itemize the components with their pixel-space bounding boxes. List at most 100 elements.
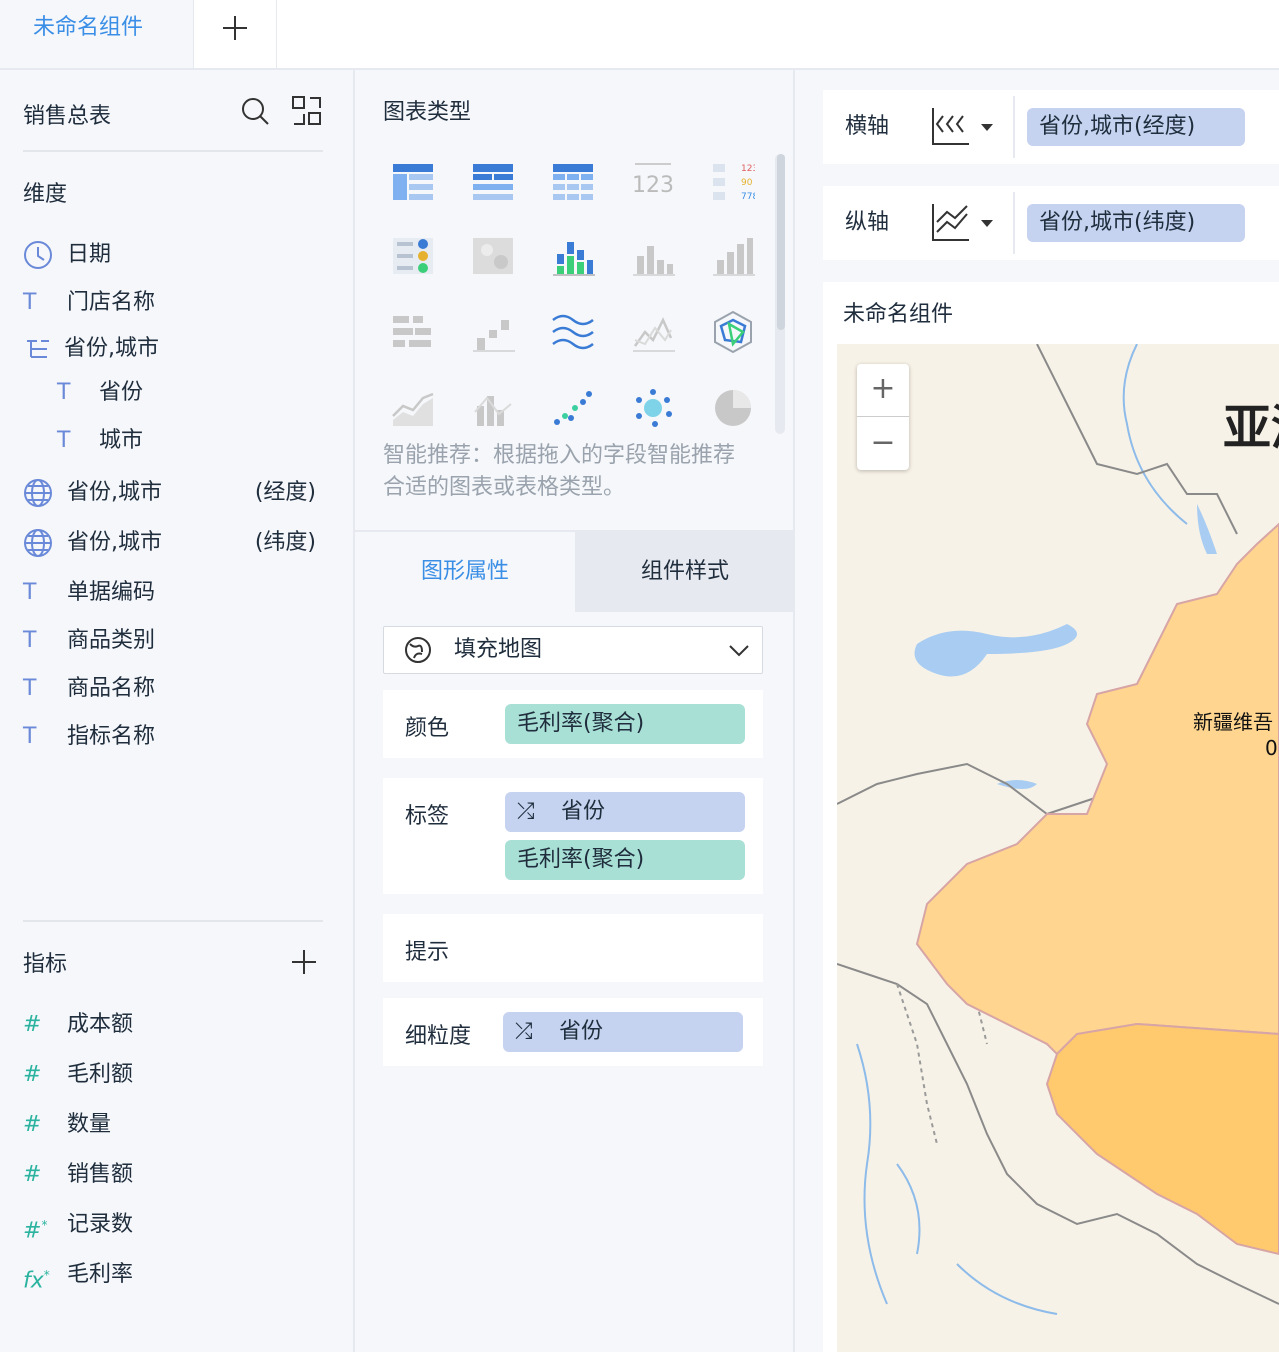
text-type-icon: T [23,290,37,315]
indicator-card-icon[interactable] [391,234,435,278]
measure-cost[interactable]: # 成本额 [23,1007,323,1043]
dimension-doc-code[interactable]: T 单据编码 [23,575,323,611]
x-axis-field-pill[interactable]: 省份,城市(经度) [1027,108,1245,146]
add-tab-button[interactable] [194,0,277,68]
select-value: 填充地图 [454,637,543,662]
dimension-store-name[interactable]: T 门店名称 [23,285,323,321]
field-suffix: (纬度) [254,530,316,555]
dimension-province[interactable]: T 省份 [57,375,323,411]
granularity-property: 细粒度 ⤮ 省份 [383,998,763,1066]
top-tab-bar: 未命名组件 [0,0,1279,70]
svg-text:778: 778 [741,192,755,202]
heat-map-icon[interactable] [471,234,515,278]
field-label: 数量 [67,1112,112,1137]
kpi-list-icon[interactable]: 123 90 778 [711,160,755,204]
caret-down-icon[interactable] [981,124,993,131]
line-chart-icon[interactable] [631,310,675,354]
component-panel: 未命名组件 亚洲 新疆维吾 0 [823,282,1279,1352]
label-field-pill[interactable]: 毛利率(聚合) [505,840,745,880]
dimension-date[interactable]: 日期 [23,237,323,273]
property-label: 提示 [405,940,450,965]
text-type-icon: T [57,428,71,453]
measure-quantity[interactable]: # 数量 [23,1107,323,1143]
field-label: 毛利额 [67,1062,134,1087]
field-label: 日期 [67,242,112,267]
color-field-pill[interactable]: 毛利率(聚合) [505,704,745,744]
property-label: 颜色 [405,716,450,741]
measure-gross-margin[interactable]: fx* 毛利率 [23,1257,323,1293]
y-axis-field-pill[interactable]: 省份,城市(纬度) [1027,204,1245,242]
label-property: 标签 ⤮ 省份 毛利率(聚合) [383,778,763,894]
dimension-latitude[interactable]: 省份,城市 (纬度) [23,525,323,561]
tab-active-component[interactable]: 未命名组件 [0,0,194,68]
area-line-icon[interactable] [551,310,595,354]
radar-chart-icon[interactable] [711,310,755,354]
table-chart-icon[interactable] [391,160,435,204]
dimension-category[interactable]: T 商品类别 [23,623,323,659]
dimension-city[interactable]: T 城市 [57,423,323,459]
granularity-field-pill[interactable]: ⤮ 省份 [503,1012,743,1052]
scrollbar-thumb[interactable] [777,154,785,330]
bar-chart-icon[interactable] [631,234,675,278]
bubble-chart-icon[interactable] [631,386,675,430]
waterfall-icon[interactable] [471,310,515,354]
divider [23,150,323,152]
svg-text:123: 123 [632,173,674,198]
formula-type-icon: fx* [23,1268,50,1294]
plus-icon [223,16,247,40]
cross-table-icon[interactable] [551,160,595,204]
field-label: 单据编码 [67,580,156,605]
chart-subtype-select[interactable]: 填充地图 [383,626,763,674]
switch-dataset-icon[interactable] [290,94,324,128]
component-title[interactable]: 未命名组件 [843,296,953,328]
field-label: 省份,城市 [64,336,159,361]
search-icon[interactable] [240,96,270,126]
axis-label: 纵轴 [845,210,890,235]
stacked-bar-icon[interactable] [711,234,755,278]
number-type-icon: # [23,1062,42,1087]
tooltip-property[interactable]: 提示 [383,914,763,982]
region-label: 新疆维吾 [1193,710,1273,734]
label-field-pill[interactable]: ⤮ 省份 [505,792,745,832]
number-type-icon: # [23,1112,42,1137]
field-label: 销售额 [67,1162,134,1187]
hierarchy-icon [27,340,49,358]
continuous-axis-icon[interactable] [931,106,971,146]
zoom-out-button[interactable]: − [857,418,909,470]
dimension-province-city-hierarchy[interactable]: 省份,城市 [23,331,323,367]
area-chart-icon[interactable] [391,386,435,430]
y-axis-row: 纵轴 省份,城市(纬度) [823,186,1279,260]
pie-chart-icon[interactable] [711,386,755,430]
dimension-product-name[interactable]: T 商品名称 [23,671,323,707]
caret-down-icon[interactable] [981,220,993,227]
fill-map[interactable]: 亚洲 新疆维吾 0 + − [837,344,1279,1352]
text-type-icon: T [23,724,37,749]
dimension-longitude[interactable]: 省份,城市 (经度) [23,475,323,511]
field-label: 省份,城市 [67,480,162,505]
kpi-number-icon[interactable]: 123 [631,160,675,204]
continuous-axis-icon[interactable] [931,202,971,242]
grouped-bar-icon[interactable] [551,234,595,278]
add-measure-button[interactable] [292,950,316,974]
measures-title: 指标 [23,952,68,977]
grouped-table-icon[interactable] [471,160,515,204]
dimension-metric-name[interactable]: T 指标名称 [23,719,323,755]
scatter-chart-icon[interactable] [551,386,595,430]
field-label: 指标名称 [67,724,156,749]
field-label: 省份 [99,380,144,405]
pill-text: 省份 [561,799,606,824]
combo-chart-icon[interactable] [471,386,515,430]
tab-graphic-properties[interactable]: 图形属性 [355,532,575,612]
property-label: 细粒度 [405,1024,472,1049]
measure-gross-profit[interactable]: # 毛利额 [23,1057,323,1093]
zoom-in-button[interactable]: + [857,364,909,416]
clock-icon [24,241,52,269]
zoom-control: + − [857,364,909,470]
horizontal-bar-icon[interactable] [391,310,435,354]
field-label: 成本额 [67,1012,134,1037]
chart-config-panel: 图表类型 123 123 90 778 [355,70,795,1352]
tab-component-style[interactable]: 组件样式 [575,532,795,612]
measure-sales[interactable]: # 销售额 [23,1157,323,1193]
measure-record-count[interactable]: #* 记录数 [23,1207,323,1243]
number-type-icon: # [23,1162,42,1187]
